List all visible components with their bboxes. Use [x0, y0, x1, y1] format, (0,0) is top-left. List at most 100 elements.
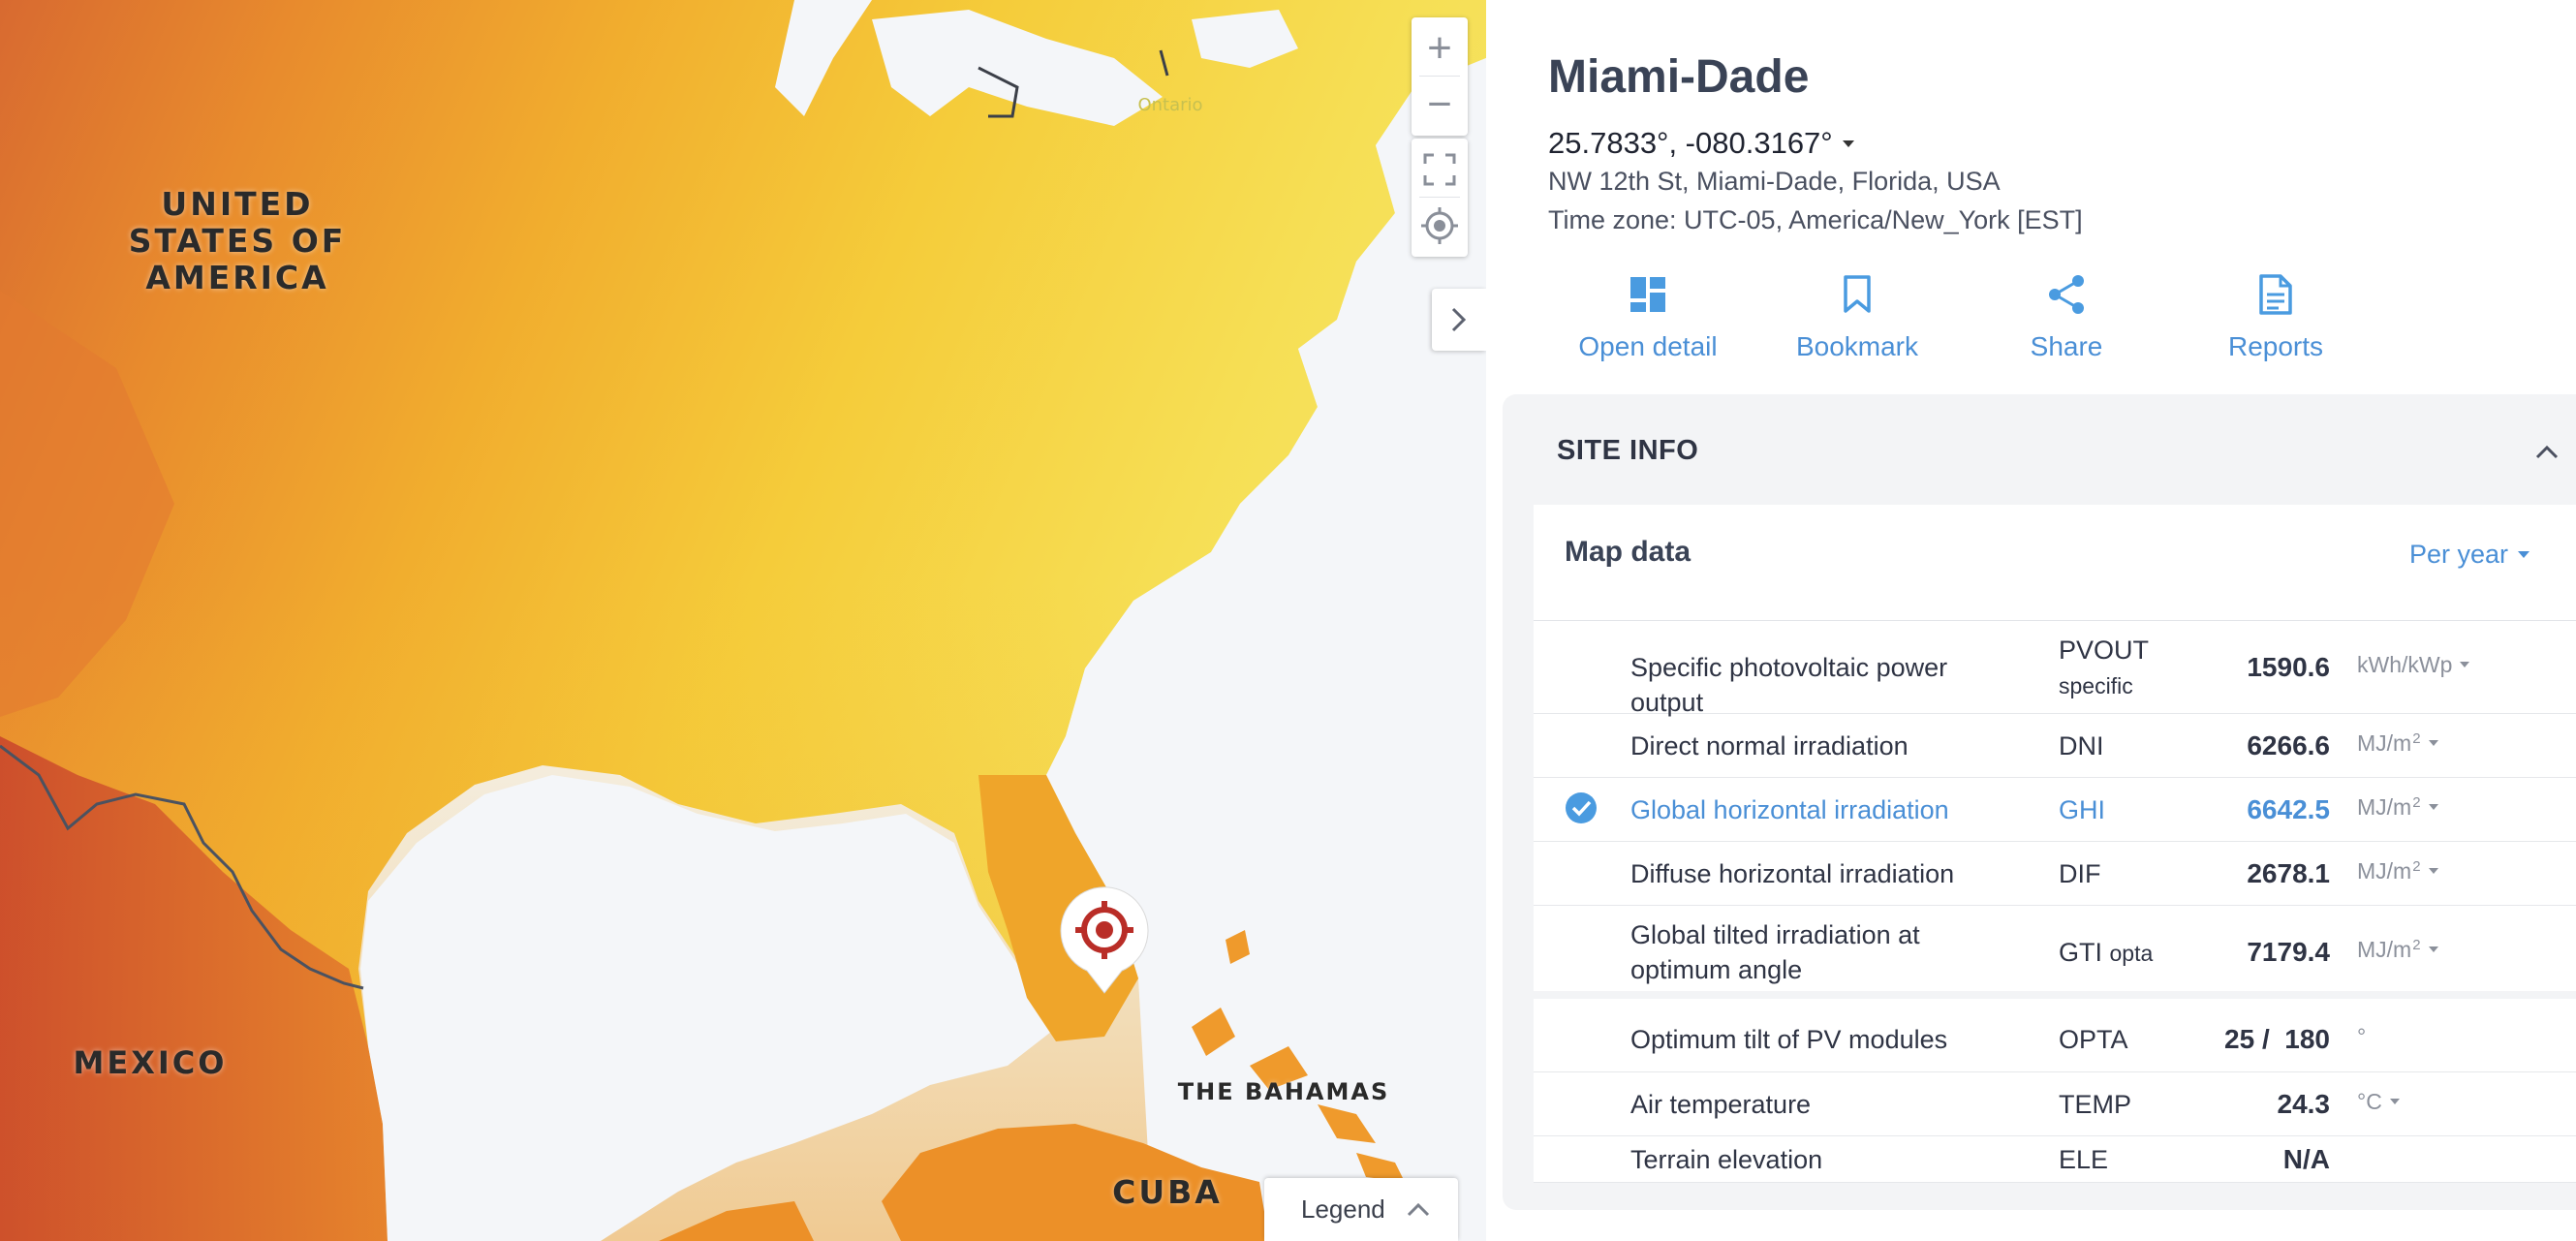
row-value: 6266.6	[2247, 730, 2330, 760]
coordinates-value: 25.7833°, -080.3167°	[1548, 126, 1833, 160]
row-unit-superscript: 2	[2412, 937, 2421, 953]
unit-dropdown: °	[2357, 1024, 2366, 1050]
site-panel: Miami-Dade 25.7833°, -080.3167° NW 12th …	[1486, 0, 2576, 1241]
row-name: Terrain elevation	[1630, 1145, 1823, 1174]
period-dropdown[interactable]: Per year	[2409, 540, 2529, 570]
caret-down-icon	[2389, 1099, 2400, 1104]
row-value: 24.3	[2277, 1089, 2331, 1119]
table-row[interactable]: Air temperature TEMP 24.3 °C	[1534, 1072, 2576, 1136]
table-row[interactable]: Global horizontal irradiation GHI 6642.5 MJ…	[1534, 778, 2576, 842]
unit-dropdown[interactable]: °C	[2357, 1089, 2400, 1115]
row-unit: MJ/m	[2357, 794, 2412, 820]
caret-down-icon	[2460, 662, 2470, 667]
bookmark-icon	[1844, 275, 1871, 313]
row-unit: °C	[2357, 1089, 2382, 1114]
table-row[interactable]: Optimum tilt of PV modules OPTA 25 / 180 °	[1534, 1007, 2576, 1072]
table-row[interactable]: Direct normal irradiation DNI 6266.6 MJ/m 2	[1534, 714, 2576, 778]
row-unit-superscript: 2	[2412, 858, 2421, 875]
row-value: 2678.1	[2247, 858, 2330, 888]
share-button[interactable]: Share	[1970, 269, 2163, 362]
row-unit: °	[2357, 1024, 2367, 1049]
table-row[interactable]: Specific photovoltaic power output PVOUT s…	[1534, 621, 2576, 717]
divider	[1419, 76, 1460, 77]
map-data-header: Map data Per year	[1534, 505, 2576, 621]
row-unit: MJ/m	[2357, 858, 2412, 884]
caret-down-icon	[2428, 868, 2438, 874]
location-marker-icon[interactable]	[1056, 882, 1153, 998]
row-value: 7179.4	[2247, 937, 2330, 967]
map-tool-controls	[1412, 139, 1468, 257]
caret-down-icon	[2518, 551, 2529, 558]
caret-down-icon	[2428, 804, 2438, 810]
document-icon	[2259, 274, 2292, 315]
map-data-card: Map data Per year Specific photovoltaic …	[1534, 505, 2576, 1183]
row-unit-superscript: 2	[2412, 730, 2421, 747]
row-name: Air temperature	[1630, 1090, 1812, 1119]
caret-down-icon	[1842, 140, 1854, 147]
row-value: 25 / 180	[2224, 1024, 2330, 1054]
reports-label: Reports	[2227, 331, 2324, 361]
share-label: Share	[2030, 331, 2103, 361]
row-value: 1590.6	[2247, 652, 2330, 682]
chevron-up-icon	[1407, 1202, 1430, 1216]
locate-me-button[interactable]	[1412, 199, 1468, 253]
solar-map[interactable]: UNITED STATES OF AMERICA MEXICO THE BAHA…	[0, 0, 1486, 1241]
row-abbreviation-main: OPTA	[2059, 1025, 2128, 1054]
map-label-cuba: CUBA	[1112, 1173, 1223, 1211]
site-address: NW 12th St, Miami-Dade, Florida, USA	[1548, 167, 2001, 196]
site-title: Miami-Dade	[1548, 51, 1810, 103]
table-row[interactable]: Global tilted irradiation at optimum ang…	[1534, 906, 2576, 999]
row-abbreviation-main: ELE	[2059, 1145, 2109, 1174]
row-abbreviation-sub: opta	[2109, 941, 2154, 966]
row-name: Global tilted irradiation at optimum ang…	[1630, 920, 1920, 984]
row-unit: MJ/m	[2357, 937, 2412, 962]
bookmark-label: Bookmark	[1795, 331, 1919, 361]
map-label-city: Ontario	[1137, 95, 1203, 115]
row-unit: kWh/kWp	[2357, 652, 2453, 677]
collapse-panel-button[interactable]	[1432, 289, 1486, 351]
zoom-out-button[interactable]: −	[1412, 78, 1468, 132]
map-label-mexico: MEXICO	[73, 1044, 228, 1081]
row-name: Global horizontal irradiation	[1630, 795, 1949, 824]
caret-down-icon	[2428, 740, 2438, 746]
unit-dropdown[interactable]: MJ/m 2	[2357, 730, 2438, 757]
unit-dropdown[interactable]: MJ/m 2	[2357, 937, 2438, 963]
unit-dropdown[interactable]: MJ/m 2	[2357, 858, 2438, 884]
check-circle-icon[interactable]	[1565, 791, 1598, 824]
period-value: Per year	[2408, 540, 2508, 569]
fullscreen-button[interactable]	[1412, 142, 1468, 197]
crosshair-icon	[1421, 207, 1458, 244]
site-timezone: Time zone: UTC-05, America/New_York [EST…	[1548, 205, 2083, 234]
row-abbreviation-main: DIF	[2059, 859, 2101, 888]
legend-label: Legend	[1301, 1194, 1385, 1224]
open-detail-label: Open detail	[1578, 331, 1718, 361]
row-abbreviation-main: GTI	[2059, 938, 2102, 967]
coordinates-dropdown[interactable]: 25.7833°, -080.3167°	[1548, 126, 1854, 161]
zoom-in-button[interactable]: +	[1412, 21, 1468, 76]
collapse-site-info-button[interactable]	[2528, 433, 2566, 472]
row-name: Diffuse horizontal irradiation	[1630, 859, 1955, 888]
divider	[1419, 197, 1460, 198]
site-info-section: SITE INFO Map data Per year Specific pho…	[1503, 394, 2576, 1210]
row-name: Specific photovoltaic power output	[1630, 653, 1948, 717]
row-abbreviation-main: PVOUT	[2059, 636, 2150, 665]
table-row[interactable]: Diffuse horizontal irradiation DIF 2678.1 M…	[1534, 842, 2576, 906]
reports-button[interactable]: Reports	[2179, 269, 2373, 362]
map-data-title: Map data	[1565, 536, 1691, 568]
table-row[interactable]: Terrain elevation ELE N/A	[1534, 1136, 2576, 1183]
row-abbreviation-sub: specific	[2059, 673, 2133, 698]
bookmark-button[interactable]: Bookmark	[1760, 269, 1954, 362]
row-unit: MJ/m	[2357, 730, 2412, 756]
open-detail-button[interactable]: Open detail	[1551, 269, 1745, 362]
share-icon	[2049, 275, 2084, 314]
site-info-heading: SITE INFO	[1557, 435, 1699, 466]
chevron-up-icon	[2535, 445, 2559, 459]
chevron-right-icon	[1451, 307, 1467, 332]
row-abbreviation-main: TEMP	[2059, 1090, 2132, 1119]
row-name: Optimum tilt of PV modules	[1630, 1025, 1948, 1054]
unit-dropdown[interactable]: MJ/m 2	[2357, 794, 2438, 821]
legend-button[interactable]: Legend	[1264, 1178, 1458, 1241]
row-value: 6642.5	[2247, 794, 2330, 824]
unit-dropdown[interactable]: kWh/kWp	[2357, 652, 2470, 678]
row-name: Direct normal irradiation	[1630, 731, 1909, 760]
